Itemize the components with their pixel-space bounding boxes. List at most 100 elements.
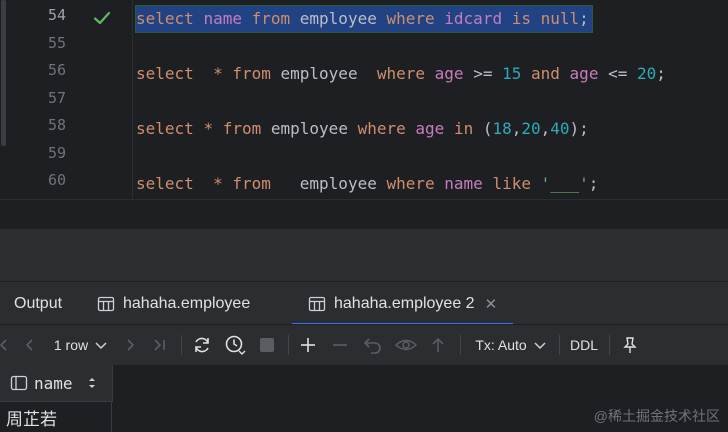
code-token: ;: [579, 9, 589, 28]
table-cell[interactable]: 周芷若: [0, 402, 112, 432]
tab-hahaha-employee-2[interactable]: hahaha.employee 2 ✕: [292, 282, 514, 325]
code-token: employee: [290, 9, 387, 28]
code-token: 40: [550, 119, 570, 138]
tab-output[interactable]: Output: [0, 282, 62, 325]
submit-icon[interactable]: [426, 325, 450, 365]
toolbar-separator: [288, 335, 289, 355]
services-tab-bar: Output hahaha.employee hahaha.employee 2…: [0, 281, 728, 325]
close-icon[interactable]: ✕: [485, 295, 498, 313]
panel-divider[interactable]: [0, 229, 728, 281]
code-token: age: [434, 64, 464, 83]
column-header-label: name: [34, 373, 73, 393]
history-clock-icon[interactable]: [222, 325, 248, 365]
result-grid-toolbar: 1 row Tx: Auto DDL: [0, 324, 728, 366]
code-token: employee: [261, 119, 358, 138]
previous-page-icon[interactable]: [20, 325, 40, 365]
revert-icon[interactable]: [361, 325, 385, 365]
execution-success-check-icon: [93, 11, 111, 25]
editor-scrollbar[interactable]: [0, 0, 8, 199]
tab-hahaha-employee[interactable]: hahaha.employee: [97, 282, 250, 325]
code-token: age: [415, 119, 445, 138]
delete-row-icon[interactable]: [328, 325, 352, 365]
code-token: employee: [270, 64, 377, 83]
code-token: *: [213, 174, 223, 193]
watermark: @稀土掘金技术社区: [593, 408, 720, 424]
refresh-icon[interactable]: [189, 325, 215, 365]
toolbar-separator: [460, 335, 461, 355]
sort-icon[interactable]: [87, 376, 97, 390]
code-token: null: [540, 9, 580, 28]
toolbar-separator: [609, 335, 610, 355]
code-token: 18: [492, 119, 512, 138]
editor-scrollbar-thumb[interactable]: [1, 0, 6, 146]
code-token: from: [251, 9, 291, 28]
next-page-icon[interactable]: [120, 325, 140, 365]
code-token: ,: [540, 119, 551, 138]
column-header-name[interactable]: name: [0, 365, 113, 402]
ddl-button[interactable]: DDL: [566, 325, 602, 365]
code-token: from: [232, 174, 271, 193]
code-token: (: [473, 119, 493, 138]
code-token: '___': [540, 174, 589, 193]
editor-bottom-padding: [0, 199, 728, 230]
code-token: 15: [502, 64, 522, 83]
result-grid[interactable]: name 周芷若 @稀土掘金技术社区: [0, 365, 728, 432]
code-line-54[interactable]: select name from employee where idcard i…: [135, 5, 593, 33]
line-number: 57: [47, 89, 66, 107]
preview-changes-icon[interactable]: [393, 325, 419, 365]
code-token: select: [136, 174, 194, 193]
chevron-down-icon: [95, 342, 107, 350]
toolbar-separator: [181, 335, 182, 355]
code-editor[interactable]: 54 55 56 57 58 59 60 select name from em…: [0, 0, 728, 199]
code-token: *: [203, 119, 214, 138]
code-token: name: [203, 9, 242, 28]
ddl-label: DDL: [569, 337, 598, 353]
last-page-icon[interactable]: [148, 325, 172, 365]
line-number: 60: [47, 171, 66, 189]
first-page-icon[interactable]: [0, 325, 10, 365]
tab-label: hahaha.employee: [123, 294, 251, 312]
row-count-label: 1 row: [53, 337, 89, 353]
add-row-icon[interactable]: [296, 325, 320, 365]
tab-label: hahaha.employee 2: [334, 294, 475, 312]
code-token: );: [569, 119, 589, 138]
code-line-56[interactable]: select * from employee where age >= 15 a…: [136, 61, 666, 87]
line-number: 54: [47, 6, 66, 24]
column-icon: [10, 375, 28, 391]
chevron-down-icon: [534, 342, 546, 350]
tab-label: Output: [14, 294, 63, 312]
line-number: 59: [47, 144, 66, 162]
code-token: *: [213, 64, 223, 83]
code-token: name: [444, 174, 483, 193]
code-token: age: [569, 64, 599, 83]
code-token: select: [136, 119, 194, 138]
code-token: 20: [636, 64, 657, 83]
transaction-mode-label: Tx: Auto: [475, 337, 527, 353]
code-line-58[interactable]: select * from employee where age in (18,…: [136, 116, 589, 142]
code-lines[interactable]: select name from employee where idcard i…: [133, 0, 728, 199]
stop-icon[interactable]: [255, 325, 279, 365]
code-line-60[interactable]: select * from employee where name like '…: [136, 171, 598, 197]
code-token: where: [386, 9, 435, 28]
code-token: select: [136, 9, 194, 28]
transaction-mode-dropdown[interactable]: Tx: Auto: [468, 325, 554, 365]
pin-icon[interactable]: [618, 325, 642, 365]
toolbar-separator: [559, 335, 560, 355]
table-icon: [97, 296, 115, 311]
line-number: 56: [47, 61, 66, 79]
code-token: from: [232, 64, 271, 83]
code-token: from: [222, 119, 262, 138]
row-count-dropdown[interactable]: 1 row: [48, 325, 114, 365]
